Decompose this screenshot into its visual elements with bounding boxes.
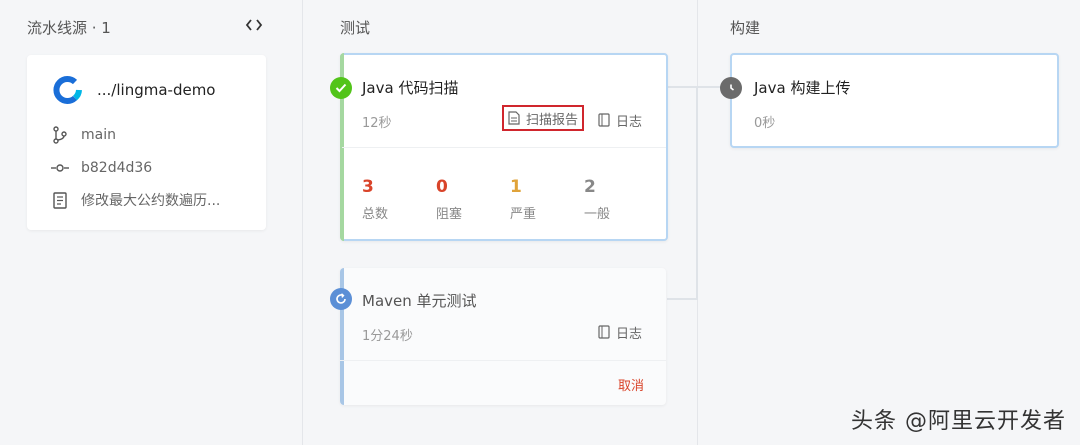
commit-message: 修改最大公约数遍历...: [81, 193, 221, 209]
waiting-clock-icon: [720, 77, 742, 99]
codeup-logo-icon: [53, 75, 83, 105]
success-icon: [330, 77, 352, 99]
source-column-title: 流水线源 · 1: [27, 19, 111, 37]
stat-value: 2: [584, 177, 596, 197]
job-title[interactable]: Maven 单元测试: [362, 290, 477, 311]
branch-icon: [51, 126, 69, 144]
stat-label: 严重: [510, 207, 537, 222]
job-card-java-scan[interactable]: Java 代码扫描 12秒 扫描报告 日志 3 总数 0 阻塞 1 严重 2 一…: [330, 53, 668, 241]
commit-hash[interactable]: b82d4d36: [81, 160, 152, 176]
job-duration: 0秒: [754, 116, 776, 131]
card-divider: [340, 360, 666, 361]
stat-normal[interactable]: 2 一般: [584, 177, 610, 222]
scan-report-label: 扫描报告: [526, 112, 579, 128]
running-icon: [330, 288, 352, 310]
branch-row: main: [51, 125, 116, 145]
log-button[interactable]: 日志: [598, 319, 642, 345]
commit-icon: [51, 159, 69, 177]
log-label: 日志: [616, 326, 643, 342]
log-icon: [598, 325, 610, 339]
collapse-icon[interactable]: [245, 16, 265, 34]
test-column-title: 测试: [340, 19, 371, 37]
connector-line: [667, 298, 698, 300]
job-card-maven-test[interactable]: Maven 单元测试 1分24秒 日志 取消: [330, 268, 666, 405]
branch-name: main: [81, 127, 116, 143]
stat-value: 1: [510, 177, 522, 197]
stat-critical[interactable]: 1 严重: [510, 177, 536, 222]
watermark-text: 头条 @阿里云开发者: [851, 409, 1066, 434]
job-title[interactable]: Java 构建上传: [754, 77, 850, 98]
log-icon: [598, 113, 610, 127]
stat-total[interactable]: 3 总数: [362, 177, 388, 222]
document-icon: [51, 191, 69, 209]
commit-row: b82d4d36: [51, 158, 152, 178]
stat-label: 一般: [584, 207, 611, 222]
stat-label: 总数: [362, 207, 389, 222]
stat-value: 0: [436, 177, 448, 197]
stat-blocker[interactable]: 0 阻塞: [436, 177, 462, 222]
stat-label: 阻塞: [436, 207, 463, 222]
job-duration: 1分24秒: [362, 329, 413, 344]
stat-value: 3: [362, 177, 374, 197]
report-icon: [508, 111, 520, 125]
repo-name[interactable]: .../lingma-demo: [97, 81, 215, 99]
cancel-button[interactable]: 取消: [618, 375, 644, 394]
job-title[interactable]: Java 代码扫描: [362, 77, 458, 98]
job-card-java-build[interactable]: Java 构建上传 0秒: [720, 53, 1059, 148]
build-column-title: 构建: [730, 19, 761, 37]
connector-line: [696, 86, 698, 300]
source-card[interactable]: .../lingma-demo main b82d4d36 修改最大公约数遍历.…: [27, 55, 266, 230]
message-row: 修改最大公约数遍历...: [51, 190, 220, 210]
column-divider: [302, 0, 303, 445]
scan-report-button[interactable]: 扫描报告: [502, 105, 585, 131]
log-label: 日志: [616, 114, 643, 130]
job-duration: 12秒: [362, 116, 392, 131]
log-button[interactable]: 日志: [598, 107, 642, 133]
card-divider: [342, 147, 666, 148]
